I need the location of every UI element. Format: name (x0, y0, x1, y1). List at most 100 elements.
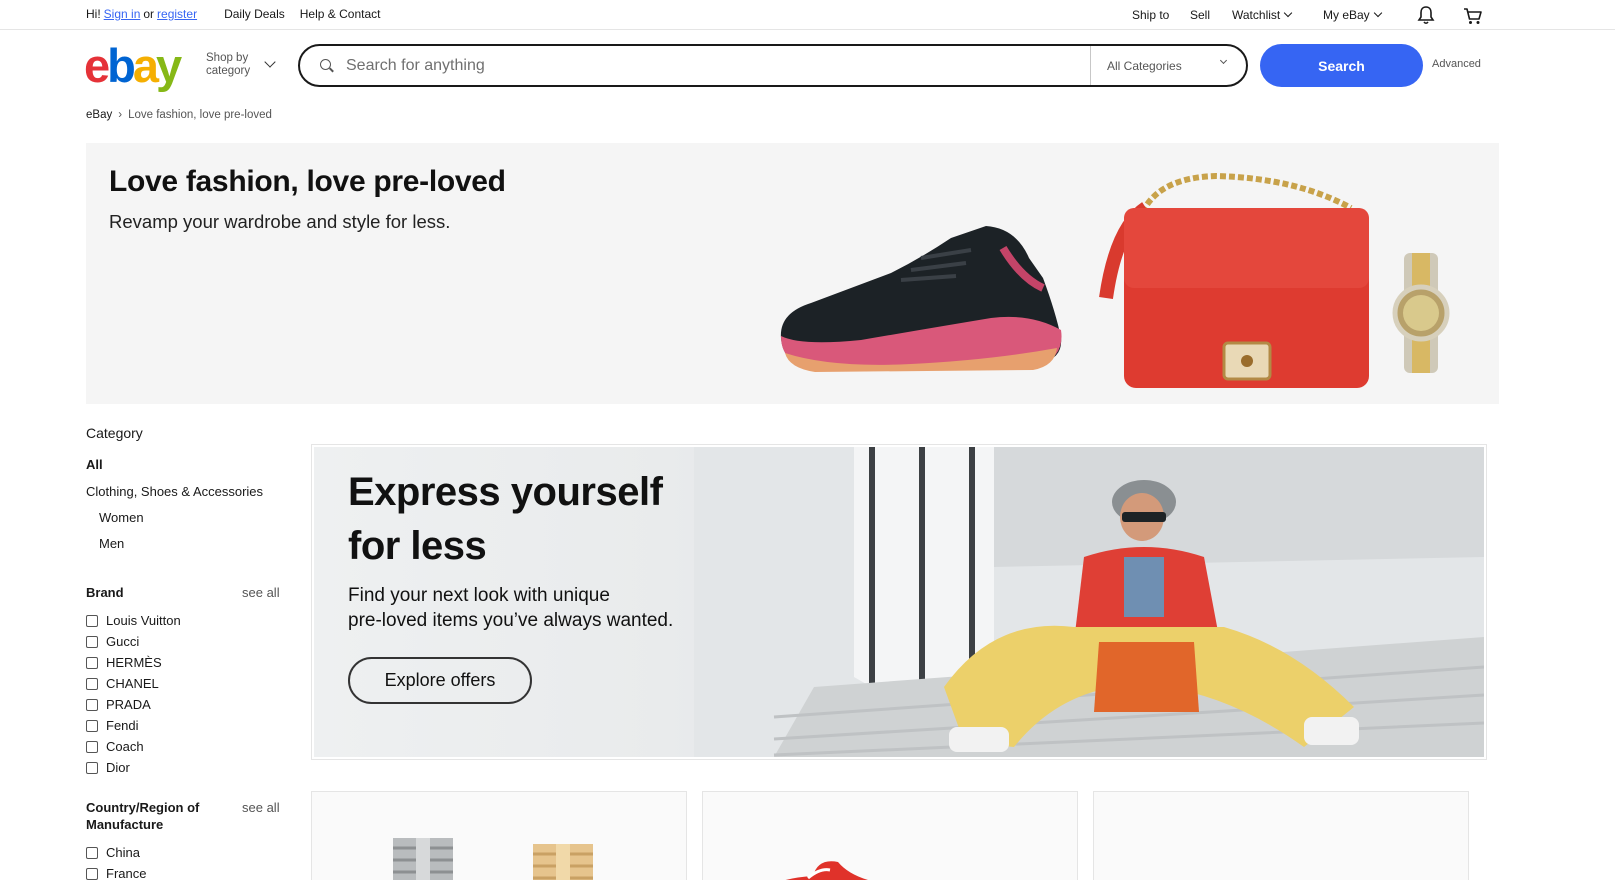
my-ebay-label: My eBay (1323, 8, 1370, 22)
country-heading-line2: Manufacture (86, 817, 164, 832)
logo-letter-b: b (107, 39, 136, 92)
category-men-link[interactable]: Men (99, 536, 124, 551)
country-heading-line1: Country/Region of (86, 800, 200, 815)
red-shoe-image (785, 861, 868, 880)
brand-heading: Brand (86, 585, 124, 600)
checkbox[interactable] (86, 867, 98, 880)
breadcrumb-current: Love fashion, love pre-loved (128, 109, 272, 121)
country-filter-france[interactable]: France (86, 866, 146, 880)
country-label: China (106, 845, 140, 860)
brand-label: Fendi (106, 718, 139, 733)
brand-label: HERMÈS (106, 655, 162, 670)
chevron-down-icon[interactable] (264, 56, 276, 68)
checkbox[interactable] (86, 719, 98, 732)
bell-icon[interactable] (1417, 5, 1435, 30)
my-ebay-dropdown[interactable]: My eBay (1323, 8, 1382, 22)
category-all-link[interactable]: All (86, 457, 103, 472)
or-text: or (143, 7, 155, 21)
brand-label: Coach (106, 739, 144, 754)
ebay-logo[interactable]: ebay (84, 39, 182, 92)
ship-to-label: Ship to (1132, 8, 1170, 22)
brand-label: Gucci (106, 634, 140, 649)
country-label: France (106, 866, 147, 880)
help-contact-link[interactable]: Help & Contact (300, 7, 381, 21)
checkbox[interactable] (86, 656, 98, 669)
watchlist-dropdown[interactable]: Watchlist (1232, 8, 1293, 22)
search-icon (320, 58, 334, 73)
checkbox[interactable] (86, 698, 98, 711)
checkbox[interactable] (86, 614, 98, 627)
handbag-image (1099, 172, 1369, 388)
country-see-all-link[interactable]: see all (242, 800, 280, 815)
watch-band-image (393, 838, 453, 880)
register-link[interactable]: register (157, 7, 197, 21)
sneaker-image (780, 226, 1062, 372)
search-button[interactable]: Search (1260, 44, 1423, 87)
daily-deals-link[interactable]: Daily Deals (224, 7, 285, 21)
checkbox[interactable] (86, 761, 98, 774)
category-select[interactable]: All Categories (1090, 46, 1246, 85)
category-women-link[interactable]: Women (99, 510, 144, 525)
brand-filter-chanel[interactable]: CHANEL (86, 676, 159, 691)
watch-image (1392, 253, 1450, 373)
shop-by-label: Shop by (206, 52, 249, 64)
cart-icon[interactable] (1463, 6, 1483, 31)
promo-description-line2: pre-loved items you’ve always wanted. (348, 610, 674, 631)
category-select-value: All Categories (1107, 58, 1182, 73)
country-heading: Country/Region of Manufacture (86, 799, 199, 833)
brand-filter-coach[interactable]: Coach (86, 739, 144, 754)
promo-description-line1: Find your next look with unique (348, 585, 610, 606)
promo-title-line2: for less (348, 524, 487, 568)
hero-banner: Love fashion, love pre-loved Revamp your… (86, 143, 1499, 404)
brand-filter-dior[interactable]: Dior (86, 760, 130, 775)
product-card[interactable] (702, 791, 1078, 880)
advanced-search-link[interactable]: Advanced (1432, 58, 1481, 70)
brand-filter-fendi[interactable]: Fendi (86, 718, 139, 733)
category-heading: Category (86, 425, 143, 441)
country-filter-china[interactable]: China (86, 845, 140, 860)
promo-description: Find your next look with unique pre-love… (348, 583, 748, 633)
product-card[interactable] (1093, 791, 1469, 880)
brand-see-all-link[interactable]: see all (242, 585, 280, 600)
chevron-down-icon (1373, 8, 1382, 18)
promo-title-line1: Express yourself (348, 470, 663, 514)
brand-filter-prada[interactable]: PRADA (86, 697, 151, 712)
sell-label: Sell (1190, 8, 1211, 22)
logo-letter-a: a (132, 39, 159, 92)
category-clothing-link[interactable]: Clothing, Shoes & Accessories (86, 484, 263, 499)
sign-in-link[interactable]: Sign in (104, 7, 141, 21)
brand-label: Dior (106, 760, 130, 775)
promo-title: Express yourself for less (348, 465, 768, 573)
promo-photo (694, 447, 1484, 757)
breadcrumb-home-link[interactable]: eBay (86, 109, 112, 121)
hero-title: Love fashion, love pre-loved (109, 165, 506, 198)
product-card[interactable] (311, 791, 687, 880)
top-utility-bar: Hi! Sign in or register Daily Deals Help… (0, 0, 1615, 30)
brand-label: PRADA (106, 697, 151, 712)
category-label: category (206, 65, 251, 77)
sell-link[interactable]: Sell (1190, 8, 1210, 22)
chevron-down-icon (1283, 8, 1293, 18)
explore-offers-button[interactable]: Explore offers (348, 657, 532, 704)
search-input[interactable] (346, 47, 1066, 84)
checkbox[interactable] (86, 635, 98, 648)
top-left-links: Hi! Sign in or register Daily Deals Help… (86, 7, 380, 21)
watchlist-label: Watchlist (1232, 8, 1281, 22)
brand-filter-hermes[interactable]: HERMÈS (86, 655, 162, 670)
checkbox[interactable] (86, 846, 98, 859)
shop-by-category-button[interactable]: Shop by category (206, 52, 250, 78)
checkbox[interactable] (86, 740, 98, 753)
logo-letter-y: y (156, 39, 182, 92)
red-item-image (1149, 876, 1179, 880)
brand-filter-gucci[interactable]: Gucci (86, 634, 139, 649)
gold-watch-band-image (533, 844, 593, 880)
ship-to-link[interactable]: Ship to (1132, 8, 1169, 22)
greeting-text: Hi! (86, 7, 101, 21)
breadcrumb: eBay › Love fashion, love pre-loved (86, 109, 272, 121)
brand-filter-louis-vuitton[interactable]: Louis Vuitton (86, 613, 181, 628)
logo-letter-e: e (84, 39, 110, 92)
promo-banner[interactable]: Express yourself for less Find your next… (314, 447, 1484, 757)
breadcrumb-separator-icon: › (118, 109, 123, 121)
checkbox[interactable] (86, 677, 98, 690)
brand-label: CHANEL (106, 676, 159, 691)
